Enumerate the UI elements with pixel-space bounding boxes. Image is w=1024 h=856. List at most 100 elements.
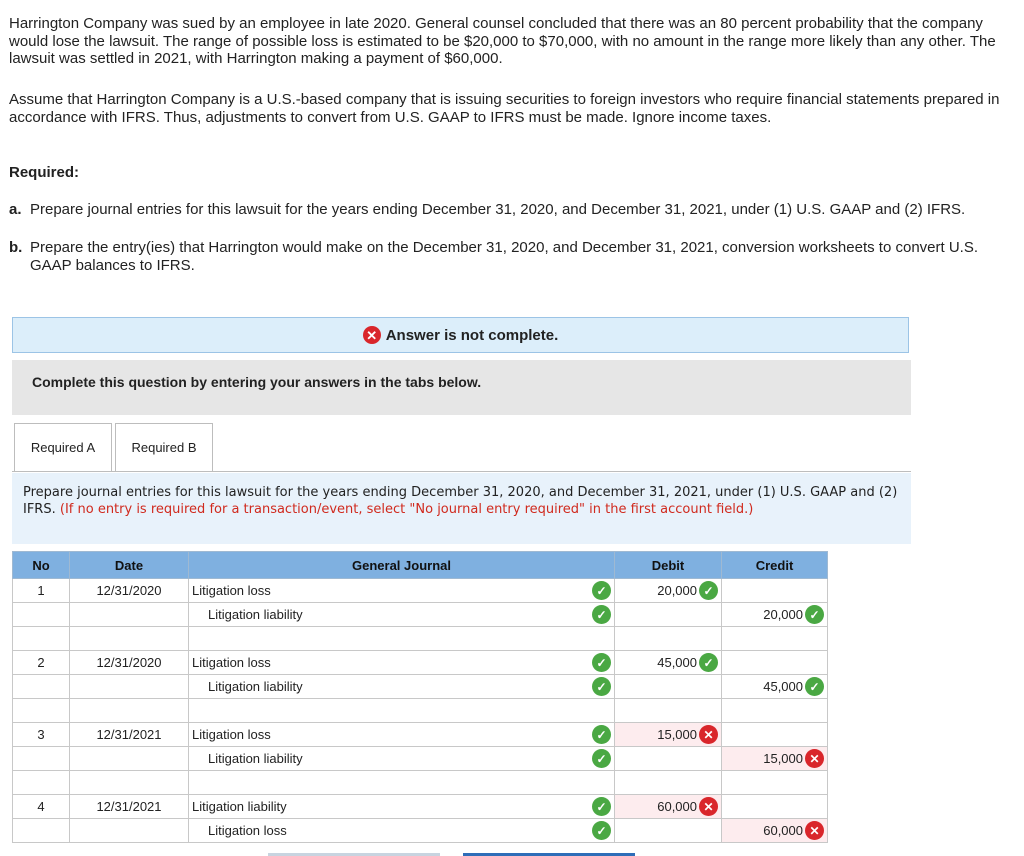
debit-input[interactable]: 60,000 ✕	[614, 794, 722, 819]
table-row: 3 12/31/2021 Litigation loss ✓ 15,000 ✕	[12, 722, 828, 747]
credit-value: 45,000	[763, 679, 803, 694]
account-select[interactable]	[188, 770, 615, 795]
entry-date-cell[interactable]	[69, 602, 189, 627]
table-row: 1 12/31/2020 Litigation loss ✓ 20,000 ✓	[12, 578, 828, 603]
header-general-journal: General Journal	[188, 551, 615, 579]
account-select[interactable]: Litigation liability ✓	[188, 746, 615, 771]
banner-text: Answer is not complete.	[385, 326, 559, 344]
table-row	[12, 698, 828, 723]
entry-number	[12, 674, 70, 699]
entry-date-cell[interactable]: 12/31/2021	[69, 794, 189, 819]
debit-input[interactable]	[614, 626, 722, 651]
credit-input[interactable]: 15,000 ✕	[721, 746, 828, 771]
debit-input[interactable]	[614, 818, 722, 843]
debit-input[interactable]	[614, 698, 722, 723]
entry-date-cell[interactable]: 12/31/2020	[69, 578, 189, 603]
debit-input[interactable]	[614, 746, 722, 771]
header-debit: Debit	[614, 551, 722, 579]
account-select[interactable]: Litigation liability ✓	[188, 602, 615, 627]
account-name: Litigation loss	[192, 583, 271, 598]
account-select[interactable]: Litigation liability ✓	[188, 794, 615, 819]
item-label: b.	[9, 239, 23, 256]
account-name: Litigation liability	[208, 607, 303, 622]
debit-value: 15,000	[657, 727, 697, 742]
credit-input[interactable]: 20,000 ✓	[721, 602, 828, 627]
account-select[interactable]: Litigation loss ✓	[188, 650, 615, 675]
account-name: Litigation liability	[208, 679, 303, 694]
credit-value: 20,000	[763, 607, 803, 622]
x-circle-icon: ✕	[805, 821, 824, 840]
debit-value: 60,000	[657, 799, 697, 814]
table-row	[12, 770, 828, 795]
entry-number	[12, 818, 70, 843]
check-circle-icon: ✓	[592, 797, 611, 816]
table-row	[12, 626, 828, 651]
credit-input[interactable]	[721, 650, 828, 675]
check-circle-icon: ✓	[592, 653, 611, 672]
entry-number: 1	[12, 578, 70, 603]
table-row: 2 12/31/2020 Litigation loss ✓ 45,000 ✓	[12, 650, 828, 675]
credit-input[interactable]	[721, 626, 828, 651]
check-circle-icon: ✓	[805, 677, 824, 696]
journal-header-row: No Date General Journal Debit Credit	[12, 551, 828, 579]
required-item-a: a. Prepare journal entries for this laws…	[9, 201, 1009, 219]
debit-input[interactable]: 20,000 ✓	[614, 578, 722, 603]
debit-input[interactable]: 45,000 ✓	[614, 650, 722, 675]
check-circle-icon: ✓	[592, 677, 611, 696]
debit-input[interactable]	[614, 602, 722, 627]
entry-number	[12, 746, 70, 771]
entry-date-cell[interactable]: 12/31/2021	[69, 722, 189, 747]
credit-input[interactable]	[721, 722, 828, 747]
credit-input[interactable]	[721, 698, 828, 723]
entry-number	[12, 602, 70, 627]
account-name: Litigation loss	[208, 823, 287, 838]
entry-number	[12, 698, 70, 723]
check-circle-icon: ✓	[592, 581, 611, 600]
tab-required-b[interactable]: Required B	[115, 423, 213, 472]
x-circle-icon: ✕	[805, 749, 824, 768]
debit-input[interactable]: 15,000 ✕	[614, 722, 722, 747]
credit-input[interactable]: 60,000 ✕	[721, 818, 828, 843]
account-select[interactable]: Litigation loss ✓	[188, 818, 615, 843]
account-name: Litigation loss	[192, 655, 271, 670]
header-date: Date	[69, 551, 189, 579]
journal-table: No Date General Journal Debit Credit 1 12…	[12, 551, 828, 843]
account-select[interactable]	[188, 626, 615, 651]
x-circle-icon: ✕	[362, 326, 381, 344]
entry-date-cell[interactable]	[69, 818, 189, 843]
entry-date-cell[interactable]	[69, 698, 189, 723]
entry-date-cell[interactable]	[69, 626, 189, 651]
debit-value: 45,000	[657, 655, 697, 670]
credit-input[interactable]	[721, 770, 828, 795]
credit-input[interactable]: 45,000 ✓	[721, 674, 828, 699]
account-select[interactable]: Litigation loss ✓	[188, 722, 615, 747]
header-no: No	[12, 551, 70, 579]
entry-date-cell[interactable]	[69, 770, 189, 795]
account-name: Litigation loss	[192, 727, 271, 742]
problem-paragraph-1: Harrington Company was sued by an employ…	[9, 15, 996, 67]
tab-required-a[interactable]: Required A	[14, 423, 112, 472]
item-text: Prepare the entry(ies) that Harrington w…	[30, 239, 979, 274]
check-circle-icon: ✓	[699, 653, 718, 672]
check-circle-icon: ✓	[699, 581, 718, 600]
account-name: Litigation liability	[208, 751, 303, 766]
table-row: Litigation loss ✓ 60,000 ✕	[12, 818, 828, 843]
account-select[interactable]: Litigation liability ✓	[188, 674, 615, 699]
entry-date-cell[interactable]	[69, 674, 189, 699]
credit-input[interactable]	[721, 794, 828, 819]
tab-bar: Required A Required B	[14, 423, 216, 472]
entry-date-cell[interactable]	[69, 746, 189, 771]
table-row: Litigation liability ✓ 20,000 ✓	[12, 602, 828, 627]
check-circle-icon: ✓	[592, 749, 611, 768]
credit-input[interactable]	[721, 578, 828, 603]
debit-input[interactable]	[614, 770, 722, 795]
account-select[interactable]	[188, 698, 615, 723]
debit-input[interactable]	[614, 674, 722, 699]
entry-date-cell[interactable]: 12/31/2020	[69, 650, 189, 675]
account-select[interactable]: Litigation loss ✓	[188, 578, 615, 603]
item-label: a.	[9, 201, 22, 218]
entry-number: 2	[12, 650, 70, 675]
tab-divider	[12, 471, 911, 472]
debit-value: 20,000	[657, 583, 697, 598]
header-credit: Credit	[721, 551, 828, 579]
